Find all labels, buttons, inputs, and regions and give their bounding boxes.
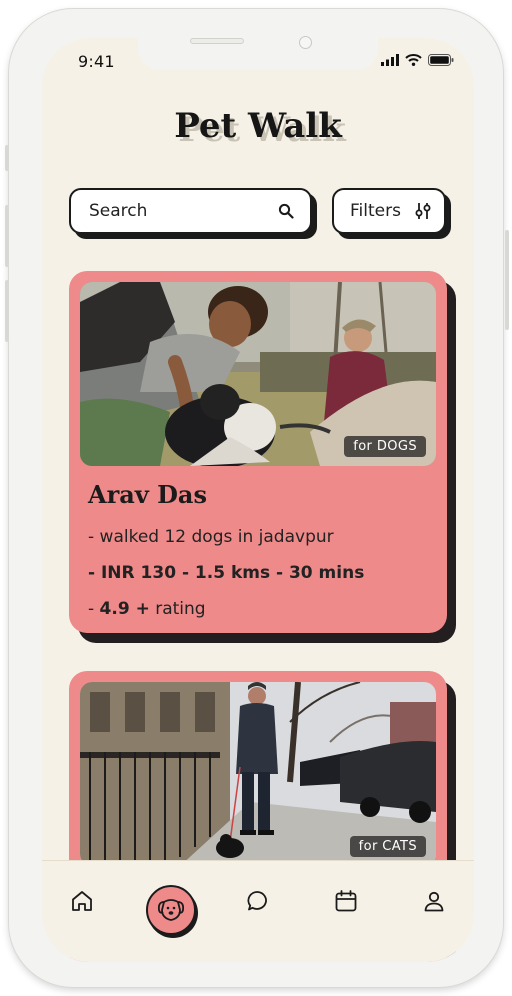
- front-camera: [299, 36, 312, 49]
- pet-type-badge: for CATS: [349, 836, 426, 857]
- walker-photo: for DOGS: [80, 282, 436, 466]
- power-button: [505, 230, 509, 330]
- walker-rating: - 4.9 + rating: [88, 599, 206, 619]
- search-input[interactable]: Search: [69, 188, 312, 234]
- speaker-grille: [190, 38, 244, 44]
- search-placeholder: Search: [89, 201, 148, 221]
- rating-suffix: rating: [149, 599, 206, 619]
- notch: [138, 38, 378, 70]
- sliders-icon: [415, 203, 431, 219]
- volume-down-button: [5, 280, 9, 342]
- rating-value: 4.9 +: [99, 599, 150, 619]
- pet-type-badge: for DOGS: [344, 436, 426, 457]
- walker-name: Arav Das: [88, 480, 207, 509]
- dog-icon: [157, 899, 185, 921]
- search-icon[interactable]: [278, 203, 294, 219]
- tab-chat[interactable]: [236, 879, 280, 923]
- calendar-icon: [335, 890, 357, 912]
- filters-label: Filters: [350, 201, 401, 221]
- chat-icon: [247, 891, 267, 911]
- filters-button[interactable]: Filters: [332, 188, 446, 234]
- app-title: Pet Walk: [174, 106, 342, 146]
- tab-calendar[interactable]: [324, 879, 368, 923]
- profile-icon: [424, 891, 444, 912]
- mute-switch: [5, 145, 9, 171]
- tab-walkers[interactable]: [146, 885, 196, 935]
- app-screen: 9:41 Pet Walk Search Filters for DOGS Ar…: [42, 38, 474, 962]
- walker-photo: for CATS: [80, 682, 436, 866]
- volume-up-button: [5, 205, 9, 267]
- rating-prefix: -: [88, 599, 100, 619]
- battery-icon: [428, 54, 454, 66]
- status-icons: [381, 54, 454, 66]
- signal-icon: [381, 54, 399, 66]
- walker-experience: - walked 12 dogs in jadavpur: [88, 527, 334, 547]
- walker-card[interactable]: for DOGS Arav Das - walked 12 dogs in ja…: [69, 271, 447, 633]
- tab-bar: [42, 860, 474, 962]
- walker-price-distance: - INR 130 - 1.5 kms - 30 mins: [88, 563, 365, 583]
- wifi-icon: [405, 54, 422, 66]
- tab-home[interactable]: [60, 879, 104, 923]
- status-time: 9:41: [78, 52, 115, 71]
- tab-profile[interactable]: [412, 879, 456, 923]
- home-icon: [72, 891, 92, 911]
